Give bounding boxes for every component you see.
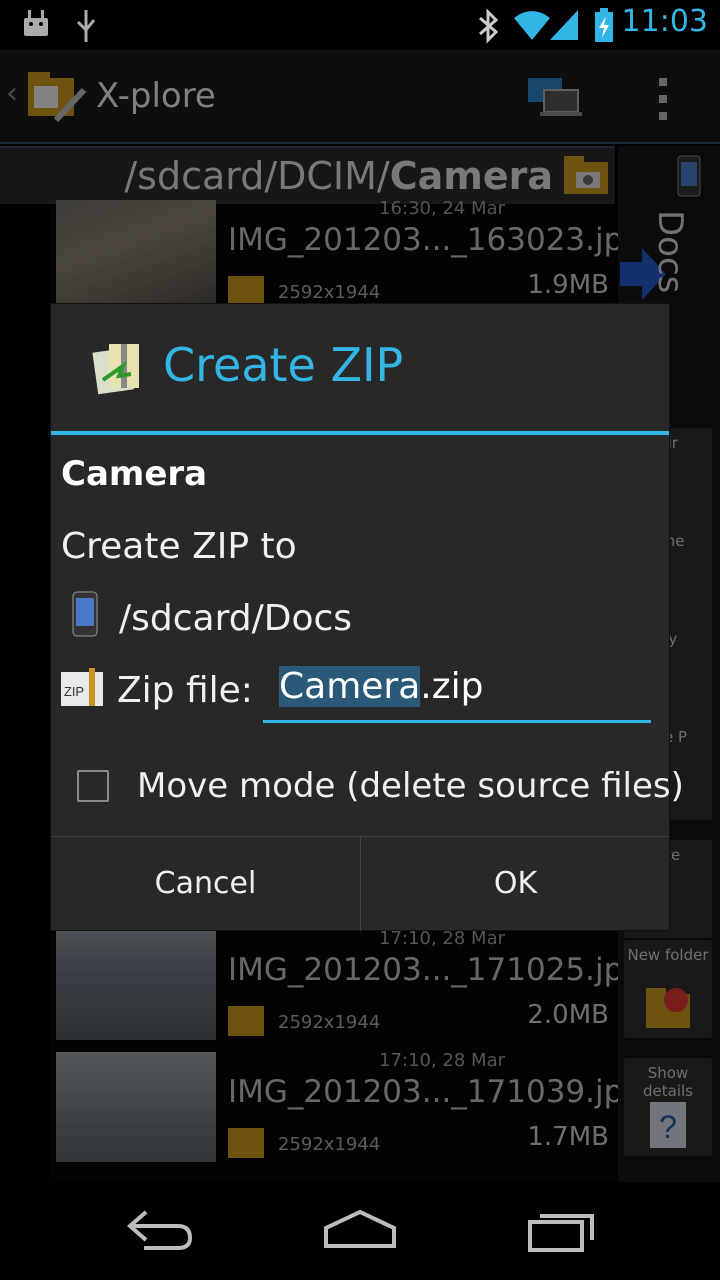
clock: 11:03 [621, 4, 708, 39]
move-mode-label[interactable]: Move mode (delete source files) [137, 766, 684, 806]
dialog-title: Create ZIP [163, 338, 404, 392]
back-icon[interactable] [124, 1206, 196, 1254]
create-zip-dialog: Create ZIP Camera Create ZIP to /sdcard/… [51, 304, 684, 931]
status-bar: 11:03 [0, 0, 720, 50]
ok-button[interactable]: OK [361, 837, 670, 931]
zip-name-extension: .zip [420, 666, 484, 707]
create-to-label: Create ZIP to [61, 526, 297, 567]
title-divider [51, 431, 669, 435]
source-name: Camera [61, 454, 208, 494]
zip-file-label: Zip file: [117, 670, 253, 711]
navigation-bar [0, 1182, 720, 1280]
cancel-button[interactable]: Cancel [51, 837, 360, 931]
android-debug-icon [24, 10, 48, 36]
zip-name-selection: Camera [279, 666, 421, 707]
wifi-icon [514, 11, 550, 40]
dialog-header: Create ZIP [51, 304, 669, 432]
usb-icon [76, 10, 96, 42]
battery-charging-icon [595, 8, 613, 42]
svg-text:ZIP: ZIP [64, 684, 84, 699]
bluetooth-icon [479, 8, 499, 44]
recent-apps-icon[interactable] [524, 1206, 600, 1254]
home-icon[interactable] [322, 1206, 398, 1254]
dialog-button-bar: Cancel OK [51, 836, 669, 931]
zip-filename-input[interactable]: Camera.zip [263, 658, 651, 723]
signal-icon [550, 10, 578, 40]
move-mode-checkbox[interactable] [77, 770, 109, 802]
destination-path: /sdcard/Docs [119, 598, 353, 639]
zip-file-icon: ZIP [61, 668, 103, 706]
zip-archive-icon [92, 344, 139, 395]
phone-storage-icon [72, 591, 98, 637]
